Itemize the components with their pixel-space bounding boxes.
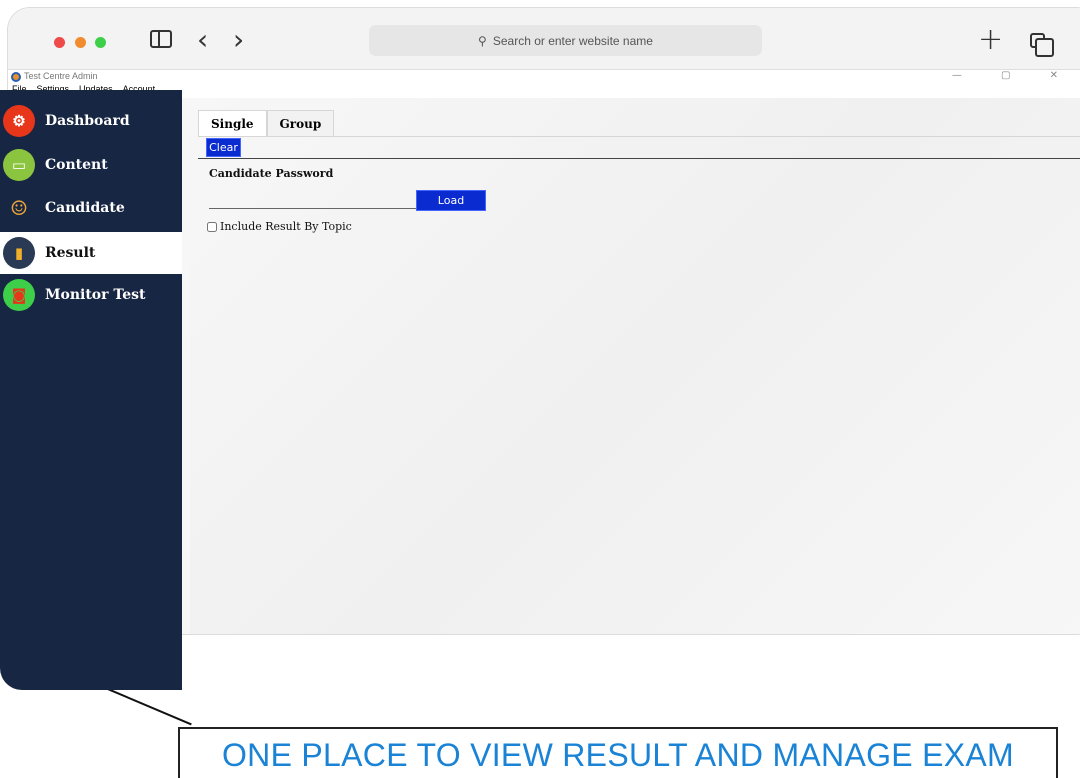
app-title-bar: Test Centre Admin — ▢ ✕ (8, 70, 1080, 84)
app-window-controls[interactable]: — ▢ ✕ (952, 70, 1076, 81)
maximize-window-button[interactable] (95, 37, 106, 48)
divider (198, 158, 1080, 159)
monitor-icon: ▭ (3, 149, 35, 181)
search-icon: ⚲ (478, 33, 487, 48)
forward-icon[interactable]: › (233, 23, 244, 56)
tabs-overview-icon[interactable] (1030, 33, 1054, 57)
sidebar-item-label: Content (45, 157, 108, 173)
include-topic-option[interactable]: Include Result By Topic (207, 220, 352, 233)
sidebar-item-label: Result (45, 245, 96, 261)
sidebar-item-content[interactable]: ▭ Content (0, 146, 182, 184)
stage: ‹ › ⚲ Search or enter website name + Tes… (0, 0, 1080, 778)
bar-chart-icon: ▮ (3, 237, 35, 269)
candidate-password-label: Candidate Password (209, 167, 334, 180)
browser-toolbar: ‹ › ⚲ Search or enter website name + (8, 8, 1080, 70)
monitor-pulse-icon: ◙ (3, 279, 35, 311)
app-title: Test Centre Admin (24, 71, 98, 81)
sidebar-item-candidate[interactable]: ☺ Candidate (0, 189, 182, 227)
sidebar-item-label: Monitor Test (45, 287, 146, 303)
address-bar[interactable]: ⚲ Search or enter website name (369, 25, 762, 56)
tab-group[interactable]: Group (266, 110, 335, 136)
users-icon: ☺ (10, 196, 28, 220)
new-tab-icon[interactable]: + (978, 22, 1003, 57)
close-window-button[interactable] (54, 37, 65, 48)
include-topic-checkbox[interactable] (207, 221, 217, 232)
app-logo-icon (11, 72, 21, 82)
sidebar-item-result[interactable]: ▮ Result (0, 232, 182, 274)
tab-single[interactable]: Single (198, 110, 267, 136)
candidate-password-input[interactable] (209, 190, 416, 209)
caption-box: ONE PLACE TO VIEW RESULT AND MANAGE EXAM (178, 727, 1058, 778)
caption-text: ONE PLACE TO VIEW RESULT AND MANAGE EXAM (221, 737, 1015, 773)
include-topic-label: Include Result By Topic (220, 220, 352, 233)
back-icon[interactable]: ‹ (197, 23, 208, 56)
sidebar-item-label: Dashboard (45, 113, 130, 129)
sidebar-item-monitor-test[interactable]: ◙ Monitor Test (0, 276, 182, 314)
address-bar-placeholder: Search or enter website name (492, 33, 653, 48)
app-sidebar: ⚙ Dashboard ▭ Content ☺ Candidate ▮ Resu… (0, 90, 182, 690)
tab-row: Single Group (198, 110, 335, 136)
sidebar-item-label: Candidate (45, 200, 125, 216)
sidebar-item-dashboard[interactable]: ⚙ Dashboard (0, 102, 182, 140)
sidebar-toggle-icon[interactable] (150, 30, 172, 48)
clear-button[interactable]: Clear (206, 138, 241, 157)
minimize-window-button[interactable] (75, 37, 86, 48)
load-button[interactable]: Load (416, 190, 486, 211)
gear-icon: ⚙ (3, 105, 35, 137)
callout-line (107, 688, 192, 726)
